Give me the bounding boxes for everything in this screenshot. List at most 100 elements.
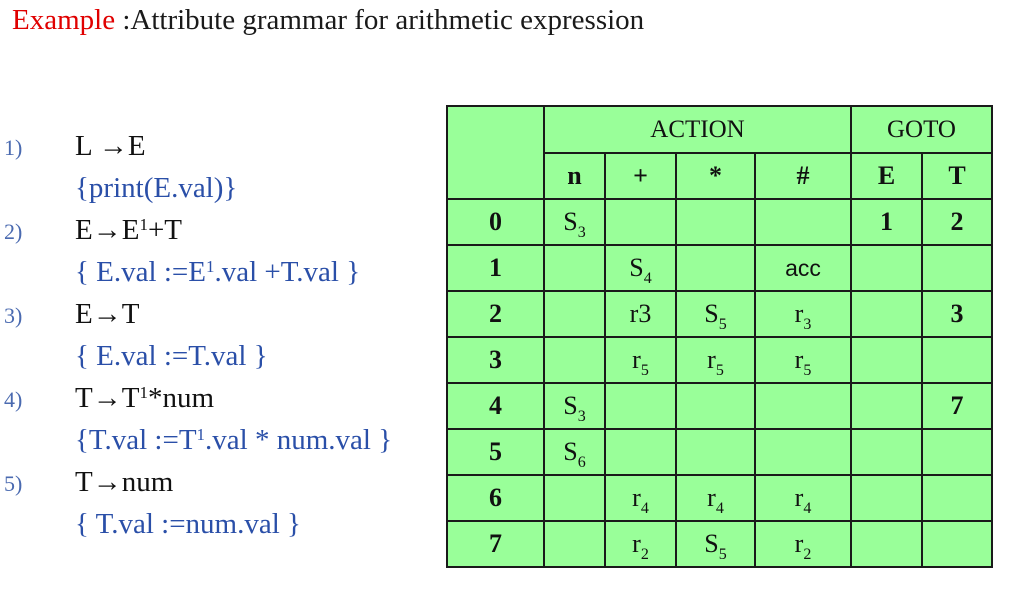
action-text: .val +T.val } bbox=[214, 256, 361, 288]
rule-number: 5) bbox=[4, 471, 23, 496]
cell-subscript: 4 bbox=[715, 500, 724, 517]
table-cell bbox=[921, 244, 993, 292]
table-cell bbox=[754, 198, 852, 246]
rule-semantic-action: {print(E.val)} bbox=[75, 170, 237, 206]
cell-subscript: 5 bbox=[715, 362, 724, 379]
cell-subscript: 4 bbox=[643, 270, 652, 287]
cell-value: 7 bbox=[950, 391, 964, 420]
cell-subscript: 4 bbox=[640, 500, 649, 517]
title-text: :Attribute grammar for arithmetic expres… bbox=[115, 4, 645, 36]
state-cell: 6 bbox=[446, 474, 545, 522]
state-cell: 7 bbox=[446, 520, 545, 568]
action-text: {print(E.val)} bbox=[75, 172, 238, 204]
cell-value: 3 bbox=[950, 299, 964, 328]
cell-value: acc bbox=[785, 254, 821, 281]
table-cell bbox=[921, 336, 993, 384]
table-row: 5 S6 bbox=[446, 428, 993, 476]
state-cell: 4 bbox=[446, 382, 545, 430]
rule-semantic-action: {T.val :=T1.val * num.val } bbox=[75, 422, 392, 458]
table-row: 3 r5 r5 r5 bbox=[446, 336, 993, 384]
cell-value: r bbox=[707, 483, 716, 512]
action-group-header: ACTION bbox=[543, 105, 852, 154]
cell-subscript: 3 bbox=[803, 316, 812, 333]
rule-semantic-action: { E.val :=E1.val +T.val } bbox=[75, 254, 360, 290]
production-superscript: 1 bbox=[139, 215, 148, 234]
table-cell: r3 bbox=[754, 290, 852, 338]
rule-number: 3) bbox=[4, 303, 23, 328]
state-cell: 2 bbox=[446, 290, 545, 338]
table-cell bbox=[850, 290, 923, 338]
cell-value: r3 bbox=[629, 299, 652, 328]
table-cell bbox=[543, 290, 606, 338]
table-row: 7 r2 S5 r2 bbox=[446, 520, 993, 568]
table-cell: S5 bbox=[675, 520, 756, 568]
cell-value: 1 bbox=[880, 207, 893, 236]
rule-production: E→E1+T bbox=[75, 212, 182, 248]
table-cell: r2 bbox=[754, 520, 852, 568]
table-row: 6 r4 r4 r4 bbox=[446, 474, 993, 522]
production-text: T→num bbox=[75, 466, 174, 498]
action-text: .val * num.val } bbox=[205, 424, 393, 456]
goto-group-header: GOTO bbox=[850, 105, 993, 154]
cell-subscript: 2 bbox=[640, 546, 649, 563]
table-cell bbox=[850, 474, 923, 522]
rule-production: L →E bbox=[75, 128, 146, 164]
production-text: L →E bbox=[75, 130, 146, 162]
column-header: T bbox=[921, 152, 993, 200]
rule-production: T→num bbox=[75, 464, 173, 500]
table-cell: S5 bbox=[675, 290, 756, 338]
cell-value: S bbox=[563, 391, 578, 420]
column-header: * bbox=[675, 152, 756, 200]
table-row: 1 S4 acc bbox=[446, 244, 993, 292]
production-text: T→T bbox=[75, 382, 140, 414]
table-cell bbox=[604, 382, 677, 430]
table-cell bbox=[850, 244, 923, 292]
state-cell: 5 bbox=[446, 428, 545, 476]
production-text: E→T bbox=[75, 298, 140, 330]
cell-subscript: 5 bbox=[718, 546, 727, 563]
table-cell bbox=[675, 428, 756, 476]
action-text: { E.val :=T.val } bbox=[75, 340, 268, 372]
table-group-header-row: ACTION GOTO bbox=[446, 105, 993, 200]
table-cell bbox=[754, 382, 852, 430]
table-cell: r3 bbox=[604, 290, 677, 338]
cell-subscript: 2 bbox=[803, 546, 812, 563]
table-cell bbox=[543, 474, 606, 522]
table-cell: 3 bbox=[921, 290, 993, 338]
page-title: Example :Attribute grammar for arithmeti… bbox=[12, 4, 644, 37]
table-cell bbox=[604, 428, 677, 476]
rule-number: 1) bbox=[4, 135, 23, 160]
table-cell bbox=[754, 428, 852, 476]
table-cell: r2 bbox=[604, 520, 677, 568]
cell-value: r bbox=[632, 483, 641, 512]
table-cell bbox=[543, 336, 606, 384]
cell-subscript: 4 bbox=[803, 500, 812, 517]
table-cell bbox=[543, 520, 606, 568]
action-text: { E.val :=E bbox=[75, 256, 206, 288]
table-cell: S6 bbox=[543, 428, 606, 476]
table-cell bbox=[543, 244, 606, 292]
production-text: *num bbox=[147, 382, 214, 414]
state-cell: 1 bbox=[446, 244, 545, 292]
table-cell: S3 bbox=[543, 198, 606, 246]
table-cell bbox=[850, 520, 923, 568]
table-cell: r5 bbox=[754, 336, 852, 384]
table-cell bbox=[921, 428, 993, 476]
table-cell: acc bbox=[754, 244, 852, 292]
rule-production: E→T bbox=[75, 296, 139, 332]
production-text: E→E bbox=[75, 214, 140, 246]
table-cell bbox=[850, 382, 923, 430]
cell-value: S bbox=[563, 207, 578, 236]
column-header: n bbox=[543, 152, 606, 200]
state-cell: 3 bbox=[446, 336, 545, 384]
cell-value: S bbox=[629, 253, 644, 282]
column-header: E bbox=[850, 152, 923, 200]
cell-subscript: 5 bbox=[640, 362, 649, 379]
table-cell bbox=[675, 382, 756, 430]
rule-number: 2) bbox=[4, 219, 23, 244]
table-cell: S3 bbox=[543, 382, 606, 430]
table-cell: S4 bbox=[604, 244, 677, 292]
rule-semantic-action: { E.val :=T.val } bbox=[75, 338, 268, 374]
rule-number: 4) bbox=[4, 387, 23, 412]
cell-subscript: 3 bbox=[577, 408, 586, 425]
